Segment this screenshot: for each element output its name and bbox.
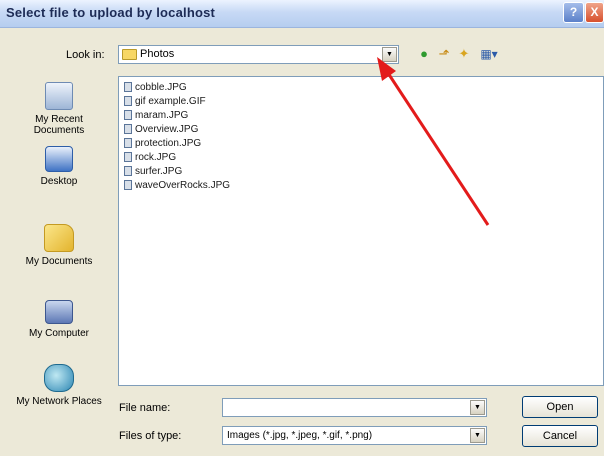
file-upload-dialog: Select file to upload by localhost ? X L… [0,0,604,456]
annotation-arrow [377,57,490,226]
arrow-shaft [384,69,490,226]
arrow-head [377,57,396,81]
